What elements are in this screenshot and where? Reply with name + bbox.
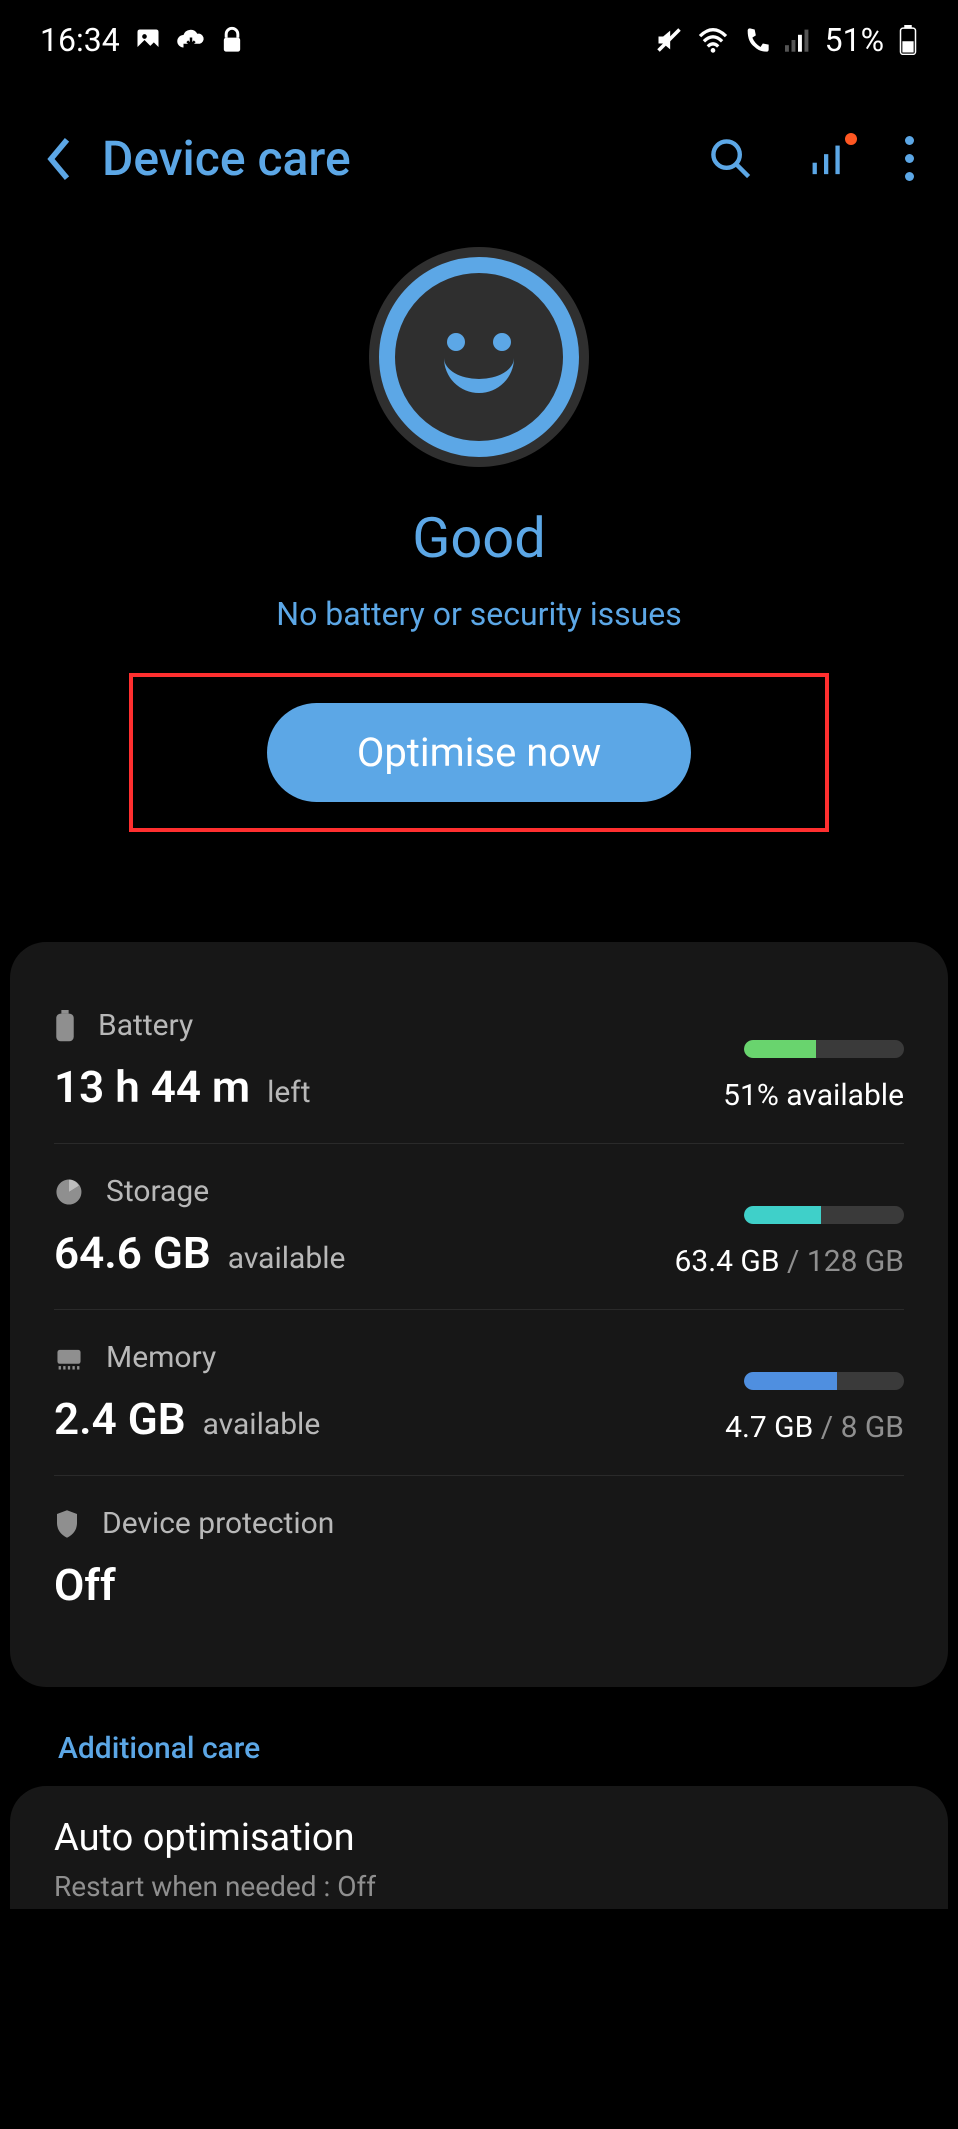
- status-battery-text: 51%: [825, 21, 884, 59]
- gallery-icon: [134, 26, 162, 54]
- memory-label: Memory: [106, 1340, 216, 1375]
- search-icon[interactable]: [709, 137, 753, 181]
- storage-progress: [744, 1206, 904, 1224]
- call-icon: [743, 26, 771, 54]
- memory-progress-fill: [744, 1372, 837, 1390]
- battery-label: Battery: [98, 1008, 193, 1043]
- storage-suffix: available: [228, 1241, 346, 1276]
- storage-value: 64.6 GB: [54, 1227, 211, 1279]
- status-title: Good: [0, 505, 958, 571]
- lock-icon: [220, 26, 244, 54]
- memory-row[interactable]: Memory 2.4 GB available 4.7 GB / 8 GB: [54, 1310, 904, 1476]
- memory-suffix: available: [203, 1407, 321, 1442]
- highlight-annotation: Optimise now: [129, 673, 829, 832]
- storage-used: 63.4 GB: [675, 1244, 780, 1279]
- battery-row[interactable]: Battery 13 h 44 m left 51% available: [54, 978, 904, 1144]
- memory-progress: [744, 1372, 904, 1390]
- app-header: Device care: [0, 80, 958, 217]
- device-status-hero: Good No battery or security issues Optim…: [0, 217, 958, 872]
- usage-icon[interactable]: [809, 137, 849, 181]
- battery-row-icon: [54, 1010, 76, 1042]
- battery-right-text: 51% available: [723, 1078, 904, 1113]
- protection-label: Device protection: [102, 1506, 334, 1541]
- optimise-now-button[interactable]: Optimise now: [267, 703, 691, 802]
- mute-icon: [655, 26, 683, 54]
- status-bar: 16:34 51%: [0, 0, 958, 80]
- notification-dot: [845, 133, 857, 145]
- status-subtitle: No battery or security issues: [0, 595, 958, 633]
- storage-row-icon: [54, 1177, 84, 1207]
- wifi-icon: [697, 27, 729, 53]
- battery-suffix: left: [267, 1075, 310, 1110]
- memory-used: 4.7 GB: [725, 1410, 813, 1445]
- signal-icon: [785, 28, 811, 52]
- battery-value: 13 h 44 m: [54, 1061, 250, 1113]
- back-icon[interactable]: [44, 135, 74, 183]
- status-face-icon: [369, 247, 589, 467]
- storage-progress-fill: [744, 1206, 821, 1224]
- memory-value: 2.4 GB: [54, 1393, 186, 1445]
- more-icon[interactable]: [905, 136, 914, 181]
- page-title: Device care: [102, 130, 681, 187]
- battery-icon: [898, 25, 918, 55]
- additional-care-heading: Additional care: [0, 1687, 958, 1776]
- memory-row-icon: [54, 1346, 84, 1370]
- device-care-card: Battery 13 h 44 m left 51% available Sto…: [10, 942, 948, 1687]
- auto-optimisation-sub: Restart when needed : Off: [54, 1870, 904, 1903]
- storage-row[interactable]: Storage 64.6 GB available 63.4 GB / 128 …: [54, 1144, 904, 1310]
- storage-label: Storage: [106, 1174, 209, 1209]
- protection-row[interactable]: Device protection Off: [54, 1476, 904, 1641]
- storage-total: 128 GB: [807, 1244, 904, 1279]
- status-time: 16:34: [40, 21, 120, 59]
- memory-total: 8 GB: [841, 1410, 904, 1445]
- battery-progress: [744, 1040, 904, 1058]
- shield-icon: [54, 1509, 80, 1539]
- auto-optimisation-row[interactable]: Auto optimisation Restart when needed : …: [10, 1786, 948, 1909]
- protection-value: Off: [54, 1559, 116, 1611]
- auto-optimisation-title: Auto optimisation: [54, 1816, 904, 1860]
- battery-progress-fill: [744, 1040, 816, 1058]
- cloud-icon: [176, 27, 206, 53]
